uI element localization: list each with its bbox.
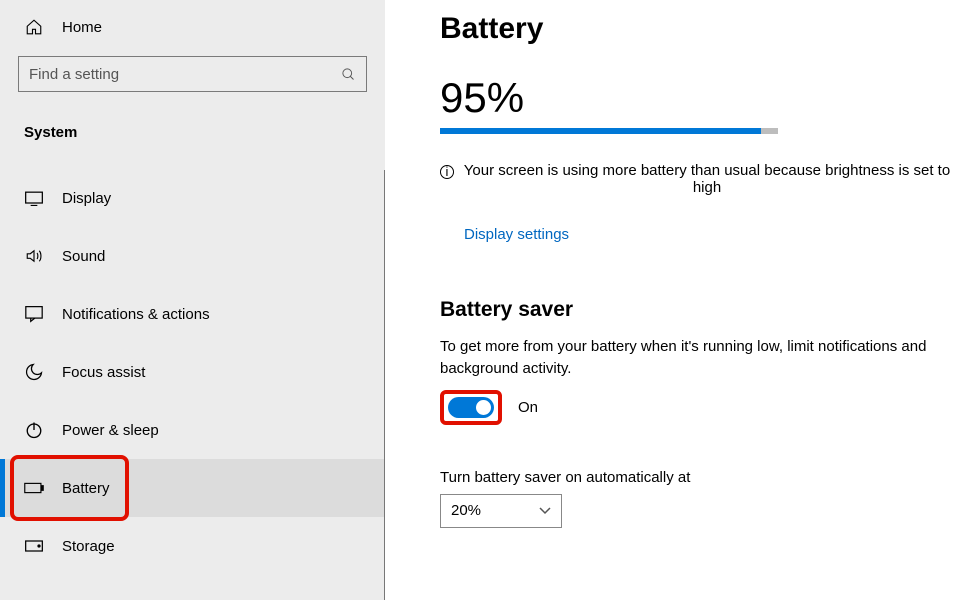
home-icon	[24, 18, 44, 36]
display-icon	[24, 190, 44, 206]
battery-bar	[440, 128, 778, 134]
dropdown-value: 20%	[451, 502, 481, 519]
sidebar-item-label: Storage	[62, 538, 115, 555]
storage-icon	[24, 539, 44, 553]
sidebar: Home System Display Sound Notifications …	[0, 0, 385, 600]
sidebar-item-sound[interactable]: Sound	[0, 227, 385, 285]
info-message: i Your screen is using more battery than…	[440, 162, 959, 196]
sidebar-item-label: Focus assist	[62, 364, 145, 381]
battery-saver-desc: To get more from your battery when it's …	[440, 336, 959, 380]
toggle-state-label: On	[518, 399, 538, 416]
main-content: Battery 95% i Your screen is using more …	[385, 0, 979, 600]
sidebar-item-power-sleep[interactable]: Power & sleep	[0, 401, 385, 459]
home-label: Home	[62, 19, 102, 36]
sidebar-item-label: Display	[62, 190, 111, 207]
sidebar-item-focus-assist[interactable]: Focus assist	[0, 343, 385, 401]
info-text: Your screen is using more battery than u…	[460, 162, 954, 196]
sidebar-item-label: Battery	[62, 480, 110, 497]
focus-assist-icon	[24, 362, 44, 382]
search-box[interactable]	[18, 56, 367, 92]
battery-saver-toggle[interactable]	[448, 397, 494, 418]
sidebar-item-label: Sound	[62, 248, 105, 265]
sidebar-item-label: Notifications & actions	[62, 306, 210, 323]
search-input[interactable]	[29, 66, 341, 83]
power-icon	[24, 421, 44, 439]
display-settings-link[interactable]: Display settings	[464, 226, 569, 243]
toggle-knob	[476, 400, 491, 415]
battery-saver-toggle-row: On	[440, 390, 959, 425]
sidebar-item-storage[interactable]: Storage	[0, 517, 385, 575]
battery-icon	[24, 482, 44, 494]
sound-icon	[24, 247, 44, 265]
page-title: Battery	[440, 12, 959, 46]
home-nav[interactable]: Home	[0, 12, 385, 42]
search-icon	[341, 67, 356, 82]
chevron-down-icon	[539, 507, 551, 515]
battery-saver-heading: Battery saver	[440, 298, 959, 322]
info-icon: i	[440, 165, 454, 179]
battery-percent: 95%	[440, 74, 959, 122]
sidebar-item-display[interactable]: Display	[0, 169, 385, 227]
sidebar-item-label: Power & sleep	[62, 422, 159, 439]
sidebar-item-battery[interactable]: Battery	[0, 459, 385, 517]
category-label: System	[0, 92, 385, 149]
auto-saver-label: Turn battery saver on automatically at	[440, 469, 959, 486]
auto-saver-dropdown[interactable]: 20%	[440, 494, 562, 528]
battery-bar-fill	[440, 128, 761, 134]
nav-list: Display Sound Notifications & actions Fo…	[0, 169, 385, 575]
scroll-divider	[384, 170, 385, 600]
sidebar-item-notifications[interactable]: Notifications & actions	[0, 285, 385, 343]
highlight-box	[440, 390, 502, 425]
notifications-icon	[24, 305, 44, 323]
